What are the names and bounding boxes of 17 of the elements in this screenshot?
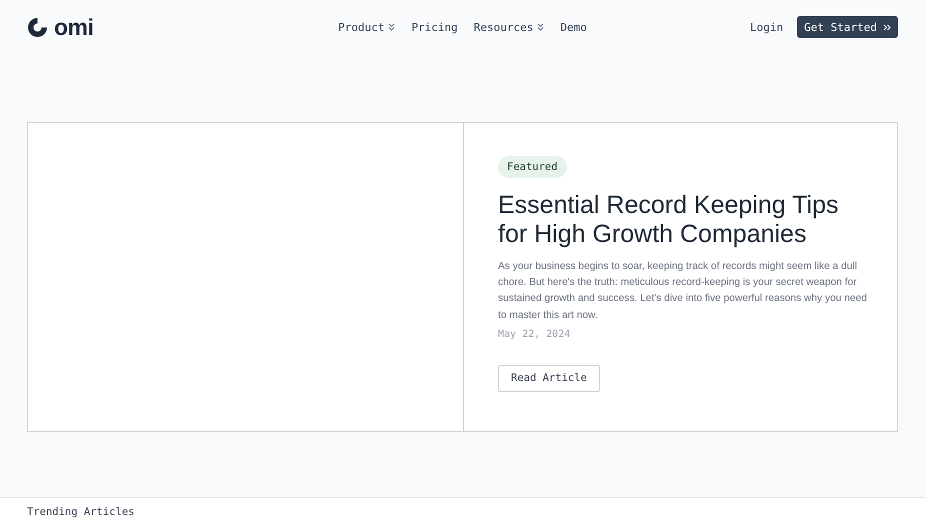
get-started-button[interactable]: Get Started — [797, 16, 898, 38]
nav-link[interactable]: Product — [338, 20, 396, 34]
double-chevron-icon — [883, 24, 891, 30]
logo-icon[interactable] — [27, 16, 48, 38]
article-title: Essential Record Keeping Tips for High Growth Companies — [498, 191, 840, 249]
logo-text[interactable]: omi — [54, 14, 94, 40]
read-article-button[interactable]: Read Article — [498, 364, 600, 392]
featured-badge: Featured — [498, 156, 567, 178]
article-summary: As your business begins to soar, keeping track of records might seem like a dull chore. But here's the truth: meticulous record-keeping is your secret weapon for sustained growth and success. Let's dive into five powerful reasons why you need to master this art now. — [498, 260, 868, 323]
article-date: May 22, 2024 — [498, 328, 570, 340]
chevron-down-icon — [537, 23, 544, 31]
login-link[interactable]: Login — [750, 20, 784, 34]
nav-link[interactable]: Demo — [560, 20, 587, 34]
chevron-down-icon — [388, 23, 396, 31]
nav-link[interactable]: Resources — [474, 20, 544, 34]
nav-link[interactable]: Pricing — [411, 20, 458, 34]
section-heading: Trending Articles — [27, 506, 136, 519]
